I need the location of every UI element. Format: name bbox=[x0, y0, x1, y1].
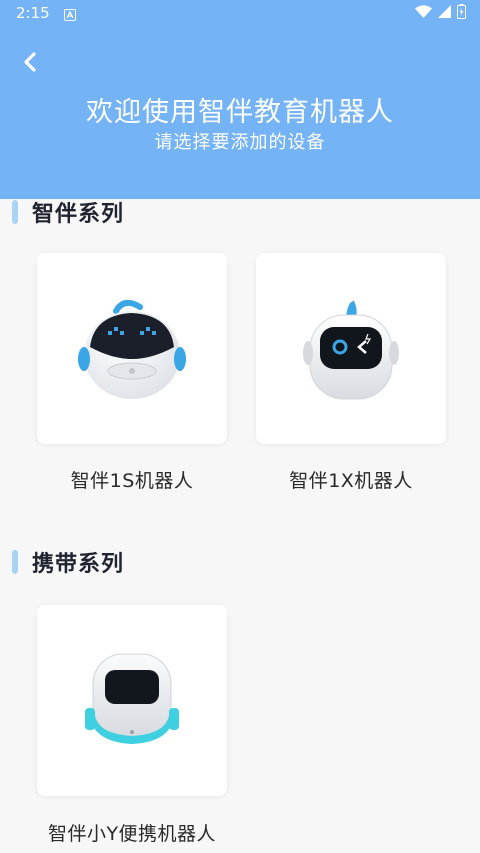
device-card-xiaoy[interactable] bbox=[37, 605, 227, 796]
page-title: 欢迎使用智伴教育机器人 bbox=[86, 97, 394, 128]
device-label-xiaoy: 智伴小Y便携机器人 bbox=[47, 823, 217, 845]
section-title-text: 携带系列 bbox=[32, 552, 125, 577]
welcome-header: 欢迎使用智伴教育机器人 请选择要添加的设备 bbox=[0, 26, 480, 199]
device-label-1x: 智伴1X机器人 bbox=[289, 470, 413, 492]
back-button[interactable] bbox=[14, 46, 46, 78]
signal-icon bbox=[438, 4, 451, 22]
robot-1s-image bbox=[78, 299, 186, 399]
chevron-left-icon bbox=[24, 52, 36, 72]
battery-icon bbox=[457, 3, 466, 23]
wifi-icon bbox=[415, 4, 432, 22]
device-card-1x[interactable] bbox=[256, 253, 446, 444]
device-label-1s: 智伴1S机器人 bbox=[70, 470, 194, 492]
page-subtitle: 请选择要添加的设备 bbox=[154, 132, 326, 153]
section-accent-bar bbox=[12, 200, 18, 224]
status-time: 2:15 bbox=[16, 4, 50, 22]
notification-icon bbox=[63, 7, 76, 21]
robot-xiaoy-image bbox=[85, 653, 179, 744]
section-accent-bar bbox=[12, 550, 18, 574]
section-title-zhiban: 智伴系列 bbox=[12, 196, 124, 228]
status-bar: 2:15 bbox=[0, 0, 480, 26]
robot-1x-image bbox=[303, 300, 399, 399]
section-title-portable: 携带系列 bbox=[12, 546, 124, 578]
section-title-text: 智伴系列 bbox=[32, 202, 125, 227]
device-card-1s[interactable] bbox=[37, 253, 227, 444]
